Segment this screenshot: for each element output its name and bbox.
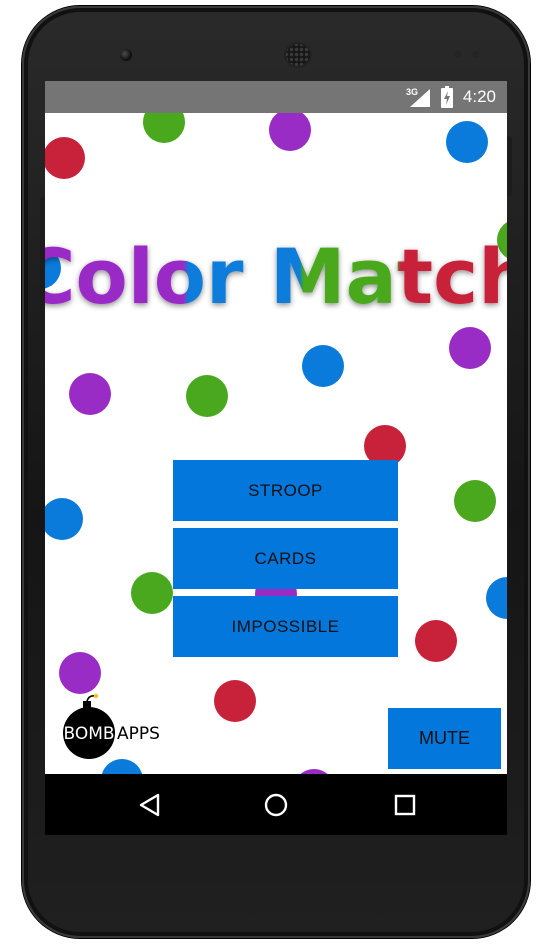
svg-text:BOMB: BOMB <box>63 724 114 744</box>
decor-dot <box>186 375 228 417</box>
decor-dot <box>415 620 457 662</box>
decor-dot <box>45 498 83 540</box>
decor-dot <box>59 652 101 694</box>
signal-icon <box>410 89 430 107</box>
decor-dot <box>214 680 256 722</box>
decor-dot <box>486 577 507 619</box>
cards-button[interactable]: CARDS <box>173 528 398 589</box>
svg-text:Color Match: Color Match <box>45 232 507 321</box>
clock: 4:20 <box>462 87 496 106</box>
stroop-button[interactable]: STROOP <box>173 460 398 521</box>
decor-dot <box>45 137 85 179</box>
front-camera <box>120 49 132 61</box>
decor-dot <box>131 572 173 614</box>
decor-dot <box>454 480 496 522</box>
decor-dot <box>269 113 311 151</box>
app-content: Color Match STROOP CARDS IMPOSSIBLE BOMB… <box>45 113 507 774</box>
decor-dot <box>143 113 185 143</box>
back-triangle-icon[interactable] <box>135 790 165 820</box>
status-bar: 3G 4:20 <box>45 81 507 113</box>
app-title: Color Match <box>45 232 507 321</box>
bomb-apps-logo: BOMB APPS <box>63 693 160 759</box>
recent-square-icon[interactable] <box>390 790 420 820</box>
light-sensor <box>472 51 479 58</box>
battery-charging-icon <box>441 86 453 108</box>
proximity-sensor <box>454 51 461 58</box>
decor-dot <box>446 121 488 163</box>
device-screen: 3G 4:20 Color Match STROOP CARDS IMPOSSI… <box>45 81 507 835</box>
home-circle-icon[interactable] <box>261 790 291 820</box>
earpiece-speaker <box>284 42 312 68</box>
svg-text:APPS: APPS <box>117 724 160 744</box>
navigation-bar <box>45 774 507 835</box>
decor-dot <box>69 373 111 415</box>
mute-button[interactable]: MUTE <box>388 708 501 769</box>
decor-dot <box>302 345 344 387</box>
impossible-button[interactable]: IMPOSSIBLE <box>173 596 398 657</box>
